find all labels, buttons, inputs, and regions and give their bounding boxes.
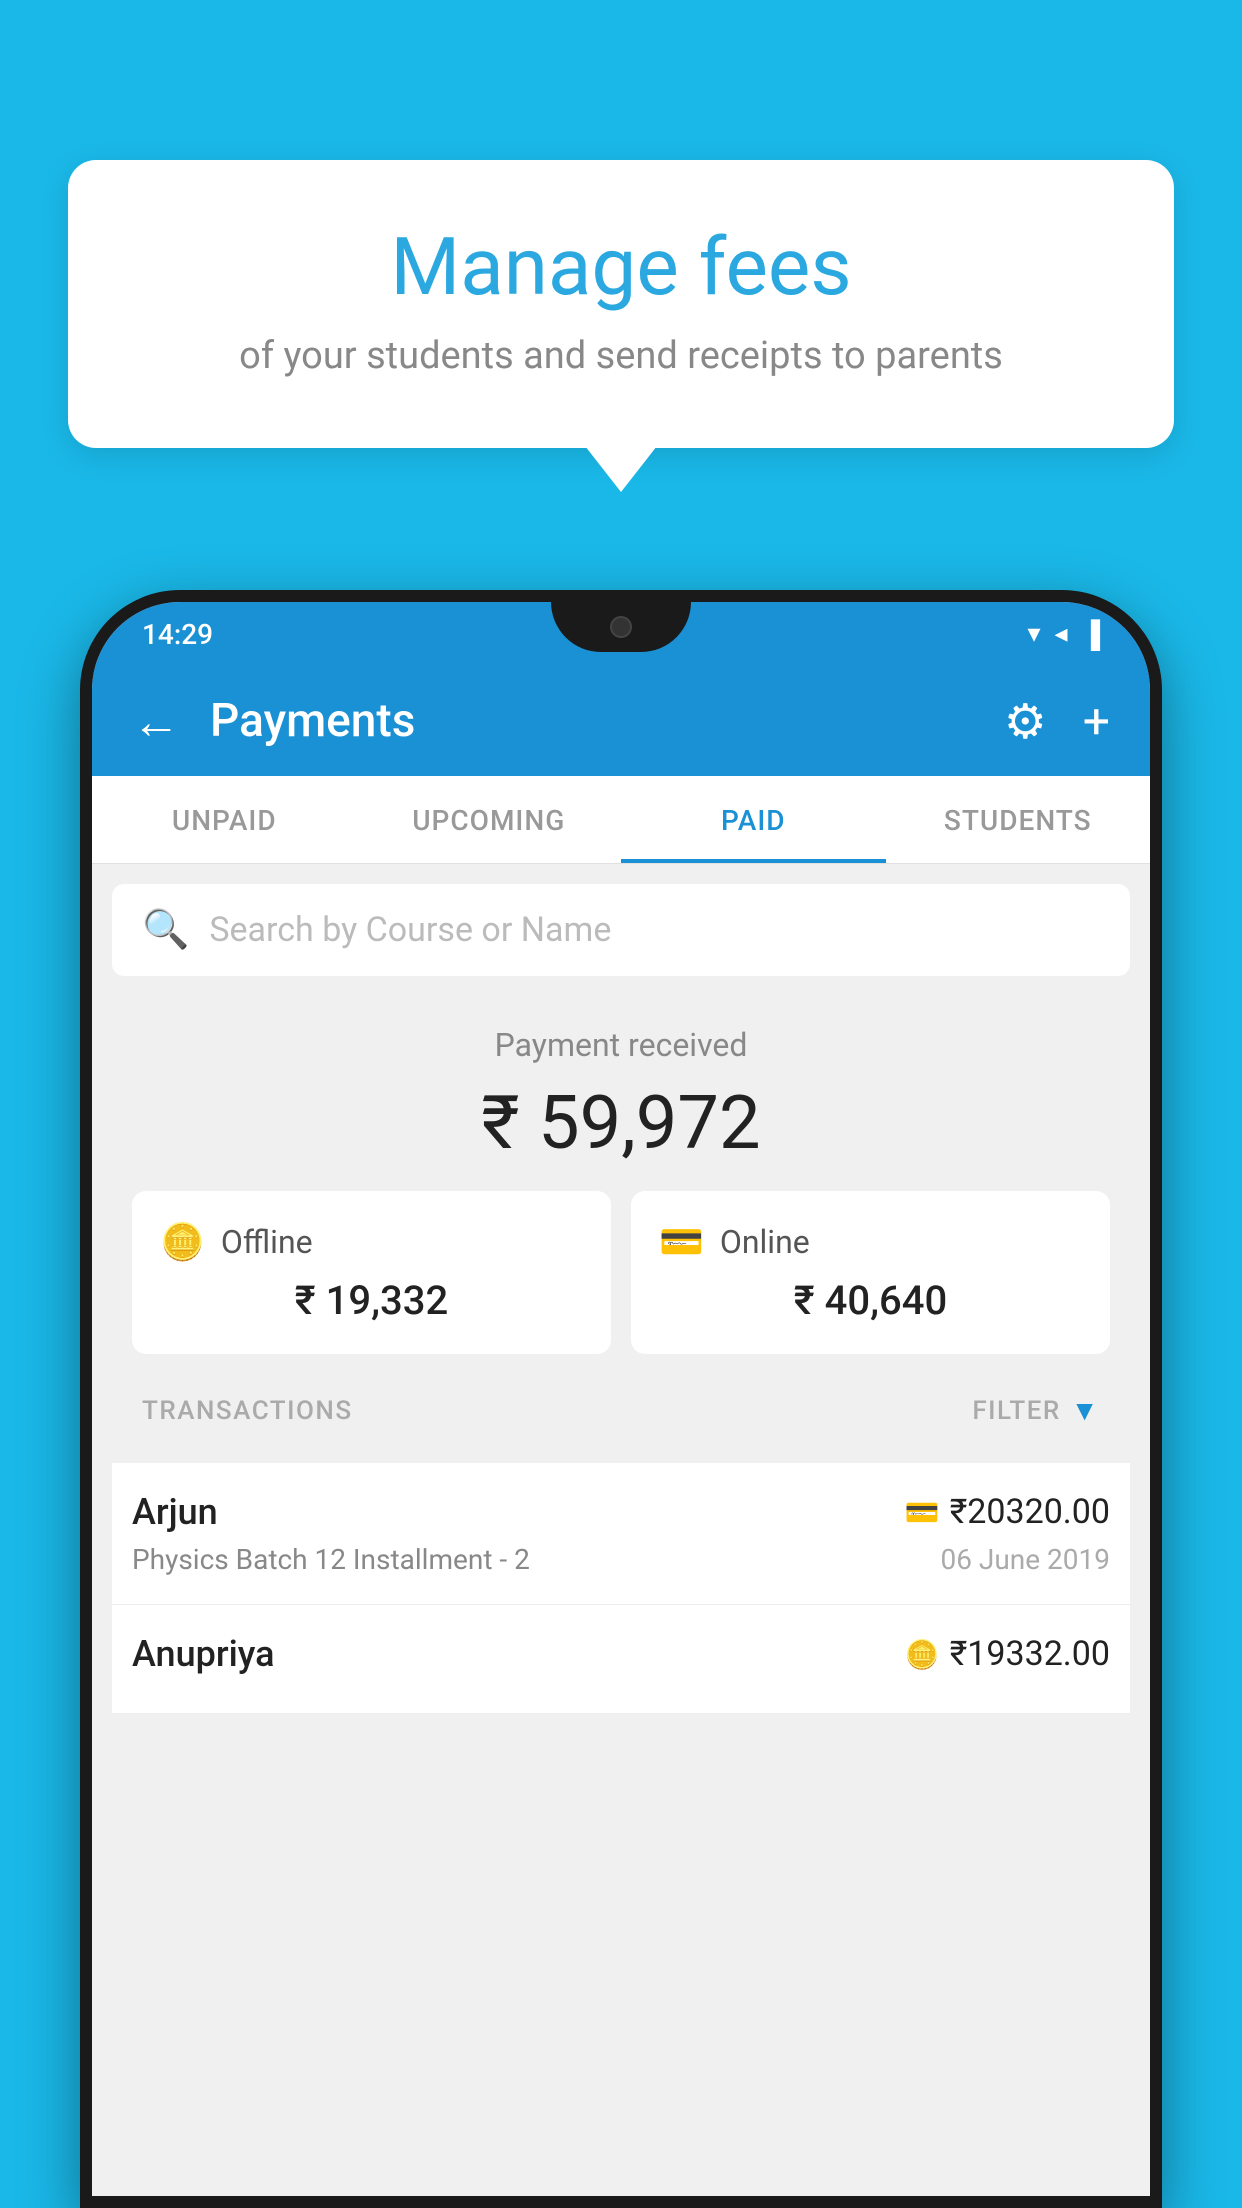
search-icon: 🔍 bbox=[142, 908, 189, 952]
transaction-date-1: 06 June 2019 bbox=[940, 1543, 1110, 1576]
status-bar: 14:29 ▾ ◂ ▐ bbox=[92, 602, 1150, 666]
tab-bar: UNPAID UPCOMING PAID STUDENTS bbox=[92, 776, 1150, 864]
transactions-label: TRANSACTIONS bbox=[142, 1396, 353, 1426]
back-button[interactable]: ← bbox=[132, 693, 180, 750]
transaction-payment-icon-2: 🪙 bbox=[905, 1638, 940, 1671]
online-card-header: 💳 Online bbox=[659, 1221, 1082, 1263]
payment-received-section: Payment received ₹ 59,972 🪙 Offline ₹ 19… bbox=[112, 996, 1130, 1463]
gear-icon[interactable]: ⚙ bbox=[1004, 693, 1047, 750]
status-time: 14:29 bbox=[142, 618, 213, 651]
search-bar[interactable]: 🔍 Search by Course or Name bbox=[112, 884, 1130, 976]
content-area: 🔍 Search by Course or Name Payment recei… bbox=[92, 864, 1150, 1734]
tab-students[interactable]: STUDENTS bbox=[886, 776, 1151, 863]
transaction-payment-icon-1: 💳 bbox=[905, 1496, 940, 1529]
search-input-placeholder: Search by Course or Name bbox=[209, 910, 611, 950]
offline-label: Offline bbox=[221, 1223, 313, 1261]
speech-bubble-subtitle: of your students and send receipts to pa… bbox=[148, 334, 1094, 378]
speech-bubble-title: Manage fees bbox=[148, 220, 1094, 314]
transaction-course-1: Physics Batch 12 Installment - 2 bbox=[132, 1543, 530, 1576]
transaction-item[interactable]: Arjun 💳 ₹20320.00 Physics Batch 12 Insta… bbox=[112, 1463, 1130, 1605]
offline-icon: 🪙 bbox=[160, 1221, 205, 1263]
tab-unpaid[interactable]: UNPAID bbox=[92, 776, 357, 863]
transaction-amount-row-1: 💳 ₹20320.00 bbox=[905, 1492, 1110, 1532]
transaction-name-2: Anupriya bbox=[132, 1633, 275, 1675]
status-icons: ▾ ◂ ▐ bbox=[1027, 619, 1100, 650]
filter-label: FILTER bbox=[972, 1396, 1060, 1426]
transaction-detail-row-1: Physics Batch 12 Installment - 2 06 June… bbox=[132, 1543, 1110, 1576]
filter-icon: ▼ bbox=[1071, 1394, 1100, 1427]
speech-bubble: Manage fees of your students and send re… bbox=[68, 160, 1174, 448]
phone-screen: 14:29 ▾ ◂ ▐ ← Payments ⚙ + UNPAID UPCO bbox=[92, 602, 1150, 2196]
payment-received-amount: ₹ 59,972 bbox=[132, 1080, 1110, 1167]
transaction-row-2: Anupriya 🪙 ₹19332.00 bbox=[132, 1633, 1110, 1675]
online-icon: 💳 bbox=[659, 1221, 704, 1263]
notch bbox=[551, 602, 691, 652]
transactions-header: TRANSACTIONS FILTER ▼ bbox=[132, 1374, 1110, 1443]
app-bar-title: Payments bbox=[210, 694, 1004, 748]
transaction-row-1: Arjun 💳 ₹20320.00 bbox=[132, 1491, 1110, 1533]
signal-icon: ◂ bbox=[1055, 619, 1068, 649]
tab-upcoming[interactable]: UPCOMING bbox=[357, 776, 622, 863]
transaction-name-1: Arjun bbox=[132, 1491, 218, 1533]
filter-button[interactable]: FILTER ▼ bbox=[972, 1394, 1100, 1427]
app-bar-actions: ⚙ + bbox=[1004, 693, 1110, 750]
online-label: Online bbox=[720, 1223, 810, 1261]
transaction-item-2[interactable]: Anupriya 🪙 ₹19332.00 bbox=[112, 1605, 1130, 1714]
transaction-amount-2: ₹19332.00 bbox=[950, 1634, 1110, 1674]
payment-received-label: Payment received bbox=[132, 1026, 1110, 1064]
offline-card: 🪙 Offline ₹ 19,332 bbox=[132, 1191, 611, 1354]
offline-card-header: 🪙 Offline bbox=[160, 1221, 583, 1263]
transaction-amount-row-2: 🪙 ₹19332.00 bbox=[905, 1634, 1110, 1674]
transactions-list: Arjun 💳 ₹20320.00 Physics Batch 12 Insta… bbox=[112, 1463, 1130, 1714]
transaction-amount-1: ₹20320.00 bbox=[950, 1492, 1110, 1532]
online-card: 💳 Online ₹ 40,640 bbox=[631, 1191, 1110, 1354]
phone-frame: 14:29 ▾ ◂ ▐ ← Payments ⚙ + UNPAID UPCO bbox=[80, 590, 1162, 2208]
add-button[interactable]: + bbox=[1083, 693, 1110, 750]
tab-paid[interactable]: PAID bbox=[621, 776, 886, 863]
payment-cards: 🪙 Offline ₹ 19,332 💳 Online ₹ 40,640 bbox=[132, 1191, 1110, 1354]
app-bar: ← Payments ⚙ + bbox=[92, 666, 1150, 776]
offline-amount: ₹ 19,332 bbox=[160, 1277, 583, 1324]
online-amount: ₹ 40,640 bbox=[659, 1277, 1082, 1324]
notch-camera bbox=[610, 616, 632, 638]
wifi-icon: ▾ bbox=[1027, 619, 1040, 649]
battery-icon: ▐ bbox=[1082, 619, 1100, 650]
